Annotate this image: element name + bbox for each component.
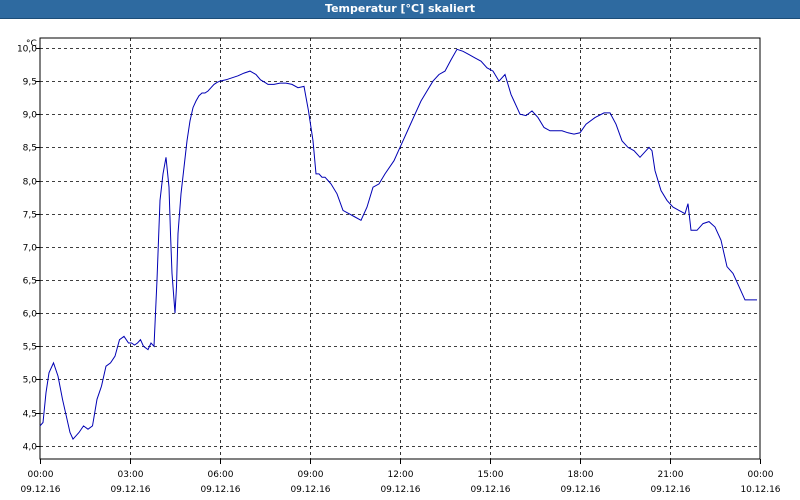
y-tick-label: 7,5 xyxy=(23,211,37,221)
x-tick-date-label: 09.12.16 xyxy=(20,485,60,495)
x-tick-time-label: 12:00 xyxy=(388,470,414,480)
x-tick-date-label: 09.12.16 xyxy=(470,485,510,495)
plot-border xyxy=(39,37,761,460)
y-tick-label: 5,0 xyxy=(23,376,38,386)
y-axis-unit-label: °C xyxy=(26,39,37,49)
y-tick-label: 8,0 xyxy=(23,178,38,188)
y-tick-label: 7,0 xyxy=(23,244,38,254)
y-tick-label: 6,0 xyxy=(23,310,38,320)
y-tick-label: 6,5 xyxy=(23,277,37,287)
y-tick-label: 9,5 xyxy=(23,78,37,88)
x-tick-time-label: 18:00 xyxy=(568,470,594,480)
x-tick-date-label: 09.12.16 xyxy=(560,485,600,495)
chart-title: Temperatur [°C] skaliert xyxy=(325,2,475,15)
chart-title-bar: Temperatur [°C] skaliert xyxy=(0,0,800,19)
x-tick-time-label: 03:00 xyxy=(118,470,144,480)
x-tick-time-label: 00:00 xyxy=(748,470,774,480)
x-tick-time-label: 09:00 xyxy=(298,470,324,480)
x-tick-date-label: 09.12.16 xyxy=(110,485,150,495)
temperature-line-chart: 4,04,55,05,56,06,57,07,58,08,59,09,510,0… xyxy=(17,37,781,495)
x-tick-time-label: 06:00 xyxy=(208,470,234,480)
y-tick-label: 4,0 xyxy=(23,443,38,453)
plot-area: 4,04,55,05,56,06,57,07,58,08,59,09,510,0… xyxy=(17,37,781,495)
y-tick-label: 4,5 xyxy=(23,410,37,420)
x-tick-date-label: 09.12.16 xyxy=(650,485,690,495)
x-tick-time-label: 00:00 xyxy=(28,470,54,480)
x-tick-date-label: 10.12.16 xyxy=(740,485,780,495)
x-tick-time-label: 15:00 xyxy=(478,470,504,480)
y-tick-label: 5,5 xyxy=(23,343,37,353)
x-tick-date-label: 09.12.16 xyxy=(200,485,240,495)
y-tick-label: 9,0 xyxy=(23,111,38,121)
y-tick-label: 8,5 xyxy=(23,144,37,154)
x-tick-time-label: 21:00 xyxy=(658,470,684,480)
x-tick-date-label: 09.12.16 xyxy=(380,485,420,495)
x-tick-date-label: 09.12.16 xyxy=(290,485,330,495)
